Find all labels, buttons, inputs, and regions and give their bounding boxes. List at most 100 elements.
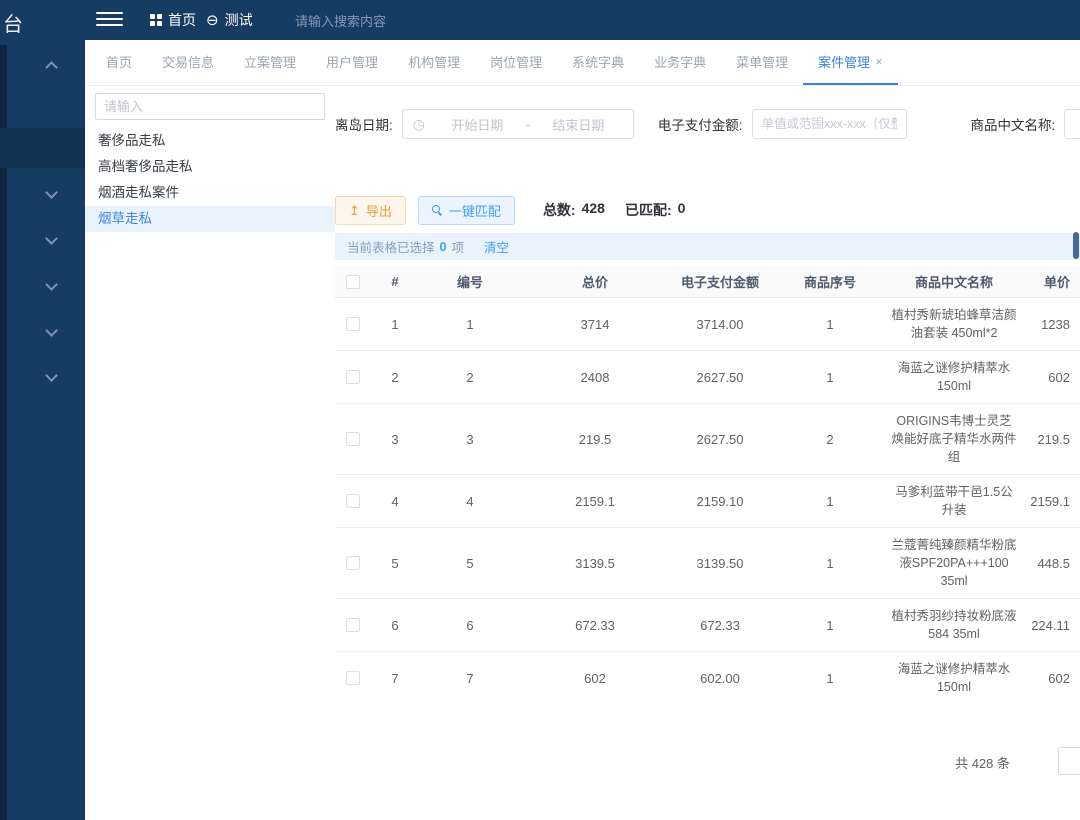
row-checkbox[interactable] — [346, 618, 360, 632]
select-all-checkbox[interactable] — [346, 275, 360, 289]
one-click-match-button[interactable]: 一键匹配 — [418, 196, 515, 225]
cell-total_price: 2408 — [521, 370, 669, 385]
chevron-up-icon[interactable] — [45, 61, 58, 74]
hamburger-menu-icon[interactable] — [96, 12, 123, 28]
tab-3[interactable]: 用户管理 — [311, 40, 393, 85]
cell-unit_price: 602 — [1019, 671, 1080, 686]
scrollbar-thumb[interactable] — [1073, 232, 1079, 259]
sidebar-item-0[interactable]: 奢侈品走私 — [85, 128, 335, 154]
date-start-placeholder[interactable]: 开始日期 — [433, 115, 522, 134]
name-filter-input[interactable] — [1064, 109, 1080, 139]
name-filter-label: 商品中文名称: — [971, 114, 1056, 134]
cell-index: 2 — [371, 370, 419, 385]
top-navbar: 台 首页 ⊖ 测试 请输入搜索内容 — [0, 0, 1080, 40]
date-range-picker[interactable]: ◷ 开始日期 - 结束日期 — [402, 109, 634, 139]
table-row: 33219.52627.502ORIGINS韦博士灵芝焕能好底子精华水两件组21… — [335, 404, 1080, 475]
page-size-select[interactable] — [1058, 747, 1080, 775]
table-row: 66672.33672.331植村秀羽纱持妆粉底液 584 35ml224.11 — [335, 599, 1080, 652]
chevron-down-icon[interactable] — [45, 369, 58, 382]
tab-label: 交易信息 — [162, 52, 214, 71]
cell-index: 7 — [371, 671, 419, 686]
cell-item_seq: 1 — [771, 317, 889, 332]
table-row: 2224082627.501海蓝之谜修护精萃水 150ml602 — [335, 351, 1080, 404]
cell-epay_amount: 3139.50 — [669, 556, 771, 571]
sidebar-item-3[interactable]: 烟草走私 — [85, 206, 335, 232]
cell-index: 5 — [371, 556, 419, 571]
date-range-separator: - — [522, 117, 534, 132]
column-header-6: 商品中文名称 — [889, 272, 1019, 291]
chevron-down-icon[interactable] — [45, 186, 58, 199]
cell-epay_amount: 2159.10 — [669, 494, 771, 509]
cell-item_seq: 1 — [771, 370, 889, 385]
tab-4[interactable]: 机构管理 — [393, 40, 475, 85]
tab-label: 系统字典 — [572, 52, 624, 71]
cell-name_cn: 兰蔻菁纯臻颜精华粉底液SPF20PA+++100 35ml — [889, 528, 1019, 598]
grid-icon — [150, 14, 162, 26]
tab-5[interactable]: 岗位管理 — [475, 40, 557, 85]
cell-item_seq: 2 — [771, 432, 889, 447]
clear-selection-link[interactable]: 清空 — [484, 237, 509, 256]
header-checkbox-cell — [335, 275, 371, 289]
topbar-home-item[interactable]: 首页 — [150, 0, 196, 40]
tab-label: 业务字典 — [654, 52, 706, 71]
row-checkbox[interactable] — [346, 317, 360, 331]
category-search-input[interactable] — [95, 93, 325, 120]
cell-item_seq: 1 — [771, 618, 889, 633]
rail-active-item[interactable] — [0, 128, 85, 168]
tab-6[interactable]: 系统字典 — [557, 40, 639, 85]
chevron-down-icon[interactable] — [45, 232, 58, 245]
export-icon: ↥ — [349, 204, 360, 217]
table-row: 442159.12159.101马爹利蓝带干邑1.5公升装2159.1 — [335, 475, 1080, 528]
tab-9[interactable]: 案件管理 × — [803, 40, 898, 85]
cell-item_seq: 1 — [771, 671, 889, 686]
chevron-down-icon[interactable] — [45, 278, 58, 291]
row-checkbox[interactable] — [346, 556, 360, 570]
cell-unit_price: 1238 — [1019, 317, 1080, 332]
cell-name_cn: 马爹利蓝带干邑1.5公升装 — [889, 475, 1019, 527]
cell-code: 2 — [419, 370, 521, 385]
column-header-4: 电子支付金额 — [669, 272, 771, 291]
global-search-input[interactable]: 请输入搜索内容 — [295, 0, 455, 40]
table-row: 553139.53139.501兰蔻菁纯臻颜精华粉底液SPF20PA+++100… — [335, 528, 1080, 599]
row-checkbox[interactable] — [346, 494, 360, 508]
magnifier-icon — [432, 205, 443, 216]
matched-value: 0 — [678, 200, 686, 220]
sidebar-item-2[interactable]: 烟酒走私案件 — [85, 180, 335, 206]
cell-item_seq: 1 — [771, 556, 889, 571]
category-panel: 奢侈品走私高档奢侈品走私烟酒走私案件烟草走私 — [85, 87, 335, 700]
total-value: 428 — [582, 200, 605, 220]
date-end-placeholder[interactable]: 结束日期 — [534, 115, 623, 134]
cell-code: 7 — [419, 671, 521, 686]
row-checkbox[interactable] — [346, 432, 360, 446]
amount-filter-label: 电子支付金额: — [658, 114, 743, 134]
cell-name_cn: 植村秀羽纱持妆粉底液 584 35ml — [889, 599, 1019, 651]
chevron-down-icon[interactable] — [45, 324, 58, 337]
export-label: 导出 — [366, 201, 392, 220]
tab-1[interactable]: 交易信息 — [147, 40, 229, 85]
sidebar-item-1[interactable]: 高档奢侈品走私 — [85, 154, 335, 180]
cell-index: 3 — [371, 432, 419, 447]
total-count-text: 共 428 条 — [955, 753, 1010, 772]
table-row: 77602602.001海蓝之谜修护精萃水 150ml602 — [335, 652, 1080, 701]
tab-label: 案件管理 — [818, 52, 870, 71]
results-table: #编号总价电子支付金额商品序号商品中文名称单价 1137143714.001植村… — [335, 266, 1080, 701]
tab-label: 机构管理 — [408, 52, 460, 71]
cell-index: 6 — [371, 618, 419, 633]
cell-epay_amount: 672.33 — [669, 618, 771, 633]
tab-0[interactable]: 首页 — [91, 40, 147, 85]
tab-2[interactable]: 立案管理 — [229, 40, 311, 85]
topbar-test-item[interactable]: ⊖ 测试 — [206, 0, 253, 40]
export-button[interactable]: ↥ 导出 — [335, 196, 406, 225]
table-row: 1137143714.001植村秀新琥珀蜂草洁颜油套装 450ml*21238 — [335, 298, 1080, 351]
tab-8[interactable]: 菜单管理 — [721, 40, 803, 85]
row-checkbox[interactable] — [346, 671, 360, 685]
row-checkbox[interactable] — [346, 370, 360, 384]
table-header: #编号总价电子支付金额商品序号商品中文名称单价 — [335, 266, 1080, 298]
close-icon[interactable]: × — [875, 54, 883, 69]
cell-code: 1 — [419, 317, 521, 332]
tab-7[interactable]: 业务字典 — [639, 40, 721, 85]
selection-prefix: 当前表格已选择 — [347, 237, 435, 256]
cell-name_cn: 海蓝之谜修护精萃水 150ml — [889, 351, 1019, 403]
selection-count: 0 — [440, 240, 447, 254]
amount-filter-input[interactable] — [752, 109, 907, 139]
